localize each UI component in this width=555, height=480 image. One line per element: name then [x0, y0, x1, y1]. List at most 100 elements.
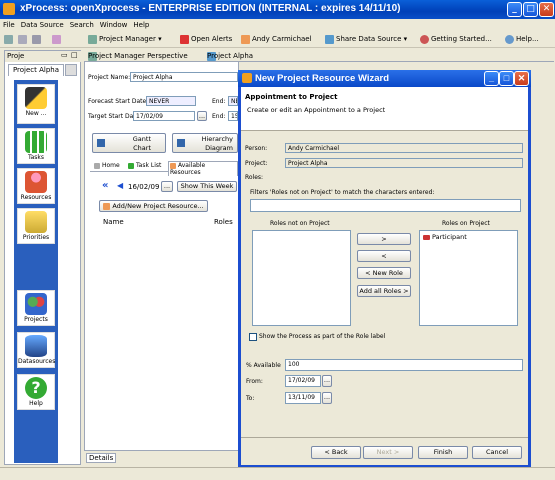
- tab-home[interactable]: Home: [94, 162, 120, 169]
- to-label: To:: [246, 395, 255, 402]
- nav-priorities[interactable]: Priorities: [17, 208, 55, 244]
- from-date-field[interactable]: 17/02/09: [285, 375, 321, 387]
- target-end-field[interactable]: 15: [228, 111, 238, 121]
- from-label: From:: [246, 378, 263, 385]
- finish-button[interactable]: Finish: [418, 446, 468, 459]
- date-picker-button[interactable]: ...: [161, 181, 173, 192]
- wizard-minimize-icon[interactable]: _: [484, 71, 499, 86]
- forecast-start-label: Forecast Start Date:: [88, 98, 149, 105]
- details-tab-bar: Details: [84, 450, 239, 465]
- gantt-chart-button[interactable]: Gantt Chart: [92, 133, 166, 153]
- nav-help[interactable]: ? Help: [17, 374, 55, 410]
- project-name-field[interactable]: Project Alpha: [130, 72, 238, 82]
- nav-datasources[interactable]: Datasources: [17, 332, 55, 368]
- wizard-divider: [241, 437, 528, 438]
- tab-available-resources[interactable]: Available Resources: [168, 161, 238, 176]
- available-label: % Available: [246, 362, 281, 369]
- details-tab[interactable]: Details: [86, 453, 117, 463]
- gantt-icon: [97, 139, 105, 147]
- new-icon[interactable]: [4, 33, 15, 46]
- wand-icon: [25, 87, 47, 109]
- from-date-picker-button[interactable]: ...: [322, 375, 332, 387]
- menu-file[interactable]: File: [0, 19, 18, 31]
- globe-icon[interactable]: [65, 64, 77, 76]
- minimize-view-icon[interactable]: ▭: [61, 51, 68, 59]
- show-process-checkbox[interactable]: [249, 333, 257, 341]
- close-icon[interactable]: ✕: [539, 2, 554, 17]
- wizard-heading: Appointment to Project: [245, 93, 338, 101]
- next-icon[interactable]: ◀: [117, 181, 123, 190]
- open-alerts-button[interactable]: Open Alerts: [180, 33, 232, 46]
- roles-not-on-project-list[interactable]: [252, 230, 351, 326]
- back-button[interactable]: < Back: [311, 446, 361, 459]
- nav-projects[interactable]: Projects: [17, 290, 55, 326]
- maximize-view-icon[interactable]: □: [71, 51, 78, 59]
- window-title: xProcess: openXprocess - ENTERPRISE EDIT…: [20, 3, 401, 14]
- person-field: Andy Carmichael: [285, 143, 523, 153]
- project-label: Project:: [245, 160, 268, 167]
- hierarchy-diagram-button[interactable]: Hierarchy Diagram: [172, 133, 238, 153]
- show-process-label: Show the Process as part of the Role lab…: [259, 333, 386, 340]
- project-manager-button[interactable]: Project Manager ▾: [88, 33, 162, 46]
- available-field[interactable]: 100: [285, 359, 523, 371]
- remove-role-button[interactable]: <: [357, 250, 411, 262]
- forecast-end-field: NEVER: [228, 96, 238, 106]
- getting-started-button[interactable]: Getting Started...: [420, 33, 492, 46]
- filter-description: Filters 'Roles not on Project' to match …: [250, 189, 435, 196]
- wizard-subheading: Create or edit an Appointment to a Proje…: [247, 106, 386, 114]
- show-this-week-button[interactable]: Show This Week: [177, 181, 237, 192]
- to-date-picker-button[interactable]: ...: [322, 392, 332, 404]
- project-field: Project Alpha: [285, 158, 523, 168]
- nav-tasks[interactable]: Tasks: [17, 128, 55, 164]
- wizard-app-icon: [242, 73, 252, 83]
- help-button[interactable]: Help...: [505, 33, 539, 46]
- filter-icon[interactable]: [52, 33, 63, 46]
- view-tab[interactable]: Proje: [7, 52, 24, 60]
- forecast-end-label: End:: [212, 98, 226, 105]
- wizard-close-icon[interactable]: ✕: [514, 71, 529, 86]
- add-role-button[interactable]: >: [357, 233, 411, 245]
- tasks-icon: [25, 131, 47, 153]
- maximize-icon[interactable]: □: [523, 2, 538, 17]
- menu-help[interactable]: Help: [130, 19, 152, 31]
- roles-not-on-project-label: Roles not on Project: [270, 220, 330, 227]
- wizard-maximize-icon[interactable]: □: [499, 71, 514, 86]
- menu-bar: File Data Source Search Window Help: [0, 19, 555, 31]
- wizard-titlebar: New Project Resource Wizard _ □ ✕: [238, 70, 531, 87]
- target-start-picker-button[interactable]: ...: [197, 111, 207, 121]
- target-end-label: End:: [212, 113, 226, 120]
- roles-on-project-list[interactable]: Participant: [419, 230, 518, 326]
- to-date-field[interactable]: 13/11/09: [285, 392, 321, 404]
- nav-new[interactable]: New ...: [17, 84, 55, 124]
- open-icon[interactable]: [18, 33, 29, 46]
- project-name-label: Project Name:: [88, 74, 131, 81]
- column-roles: Roles: [214, 218, 233, 226]
- menu-search[interactable]: Search: [67, 19, 97, 31]
- project-tab[interactable]: Project Alpha: [8, 64, 64, 76]
- share-data-source-button[interactable]: Share Data Source ▾: [325, 33, 407, 46]
- project-view-header: Proje ▭ □: [5, 51, 81, 62]
- user-button[interactable]: Andy Carmichael: [241, 33, 312, 46]
- target-start-field[interactable]: 17/02/09: [133, 111, 195, 121]
- roles-on-project-label: Roles on Project: [442, 220, 490, 227]
- previous-week-icon[interactable]: «: [102, 180, 108, 191]
- add-all-roles-button[interactable]: Add all Roles >: [357, 285, 411, 297]
- menu-window[interactable]: Window: [97, 19, 131, 31]
- status-bar: [0, 467, 555, 480]
- menu-data-source[interactable]: Data Source: [18, 19, 67, 31]
- nav-resources[interactable]: Resources: [17, 168, 55, 204]
- cancel-button[interactable]: Cancel: [472, 446, 522, 459]
- save-icon[interactable]: [32, 33, 43, 46]
- role-filter-input[interactable]: [250, 199, 521, 212]
- help-icon: ?: [25, 377, 47, 399]
- forecast-start-field: NEVER: [146, 96, 196, 106]
- minimize-icon[interactable]: _: [507, 2, 522, 17]
- tab-task-list[interactable]: Task List: [128, 162, 161, 169]
- main-toolbar: Project Manager ▾ Open Alerts Andy Carmi…: [0, 31, 555, 48]
- editor-tabs: Project Manager Perspective Project Alph…: [84, 50, 554, 62]
- new-role-button[interactable]: < New Role: [357, 267, 411, 279]
- add-project-resource-button[interactable]: Add/New Project Resource...: [99, 200, 208, 212]
- next-button[interactable]: Next >: [363, 446, 413, 459]
- hierarchy-icon: [177, 139, 185, 147]
- list-item[interactable]: Participant: [423, 233, 467, 241]
